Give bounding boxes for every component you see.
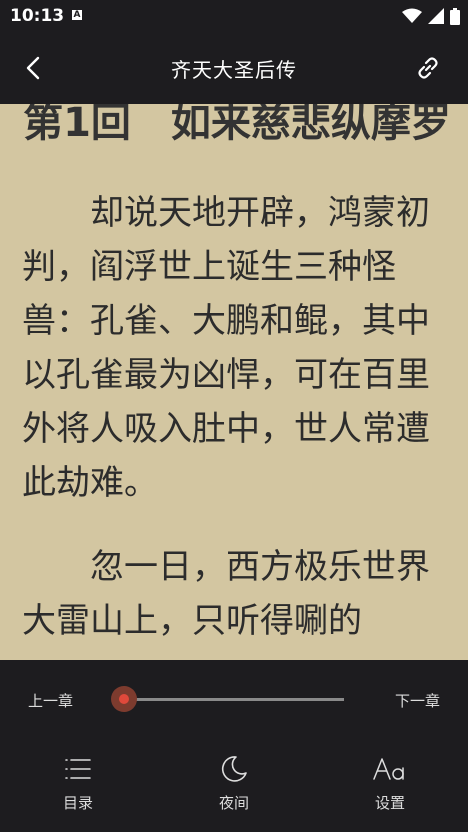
battery-icon [450,7,460,25]
catalog-label: 目录 [62,794,93,812]
next-chapter-button[interactable]: 下一章 [395,690,440,711]
chapter-progress-track[interactable] [124,698,344,701]
reader-controls: 上一章 下一章 目录 夜间 设置 [0,660,468,832]
reading-area[interactable]: 第1回 如来慈悲纵摩罗 却说天地开辟，鸿蒙初判，阎浮世上诞生三种怪兽：孔雀、大鹏… [0,104,468,660]
chapter-title: 第1回 如来慈悲纵摩罗 [23,104,451,146]
status-bar: 10:13 A [0,0,468,32]
moon-icon [221,756,247,782]
signal-icon [428,8,444,24]
night-mode-button[interactable]: 夜间 [194,752,274,813]
book-title: 齐天大圣后传 [171,58,297,82]
night-mode-label: 夜间 [218,794,249,812]
font-size-icon [373,758,404,780]
notification-icon: A [72,10,82,20]
catalog-button[interactable]: 目录 [38,752,118,813]
prev-chapter-button[interactable]: 上一章 [28,690,73,711]
settings-label: 设置 [374,794,405,812]
wifi-icon [402,8,422,23]
status-icons [402,6,460,26]
settings-button[interactable]: 设置 [350,752,430,813]
paragraph: 忽一日，西方极乐世界大雷山上，只听得唰的 [22,547,430,641]
paragraph: 却说天地开辟，鸿蒙初判，阎浮世上诞生三种怪兽：孔雀、大鹏和鲲，其中以孔雀最为凶悍… [22,193,430,503]
list-icon [65,759,91,779]
status-time: 10:13 [10,6,65,26]
chapter-progress-thumb[interactable] [111,686,137,712]
share-link-button[interactable] [414,54,442,82]
link-icon [418,57,438,79]
app-bar: 齐天大圣后传 [0,32,468,104]
